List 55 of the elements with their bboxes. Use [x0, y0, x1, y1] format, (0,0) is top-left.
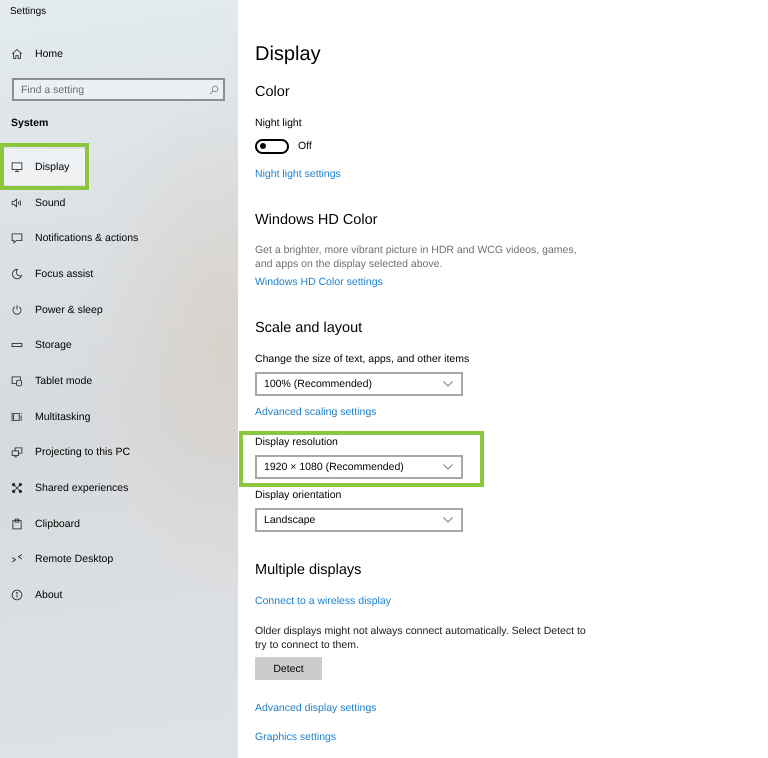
sidebar-item[interactable]: Multitasking	[0, 398, 106, 434]
field-label: Display resolution	[255, 435, 338, 450]
chevron-down-icon	[443, 464, 453, 470]
description-text: Get a brighter, more vibrant picture in HDR and WCG videos, games, and apps on the display selected above.	[255, 243, 578, 271]
moon-icon	[11, 268, 23, 280]
sidebar-item[interactable]: Clipboard	[0, 506, 96, 542]
two-screens-icon	[11, 446, 23, 458]
home-icon	[11, 48, 23, 60]
search-field[interactable]: Find a setting	[12, 78, 225, 101]
section-heading: Multiple displays	[255, 561, 362, 580]
section-heading: Color	[255, 83, 290, 102]
power-icon	[11, 304, 23, 316]
window-columns-icon	[11, 410, 23, 423]
search-icon[interactable]	[209, 84, 219, 94]
text-link[interactable]: Connect to a wireless display	[255, 593, 391, 609]
section-heading: Windows HD Color	[255, 211, 378, 230]
cross-nodes-icon	[11, 482, 23, 494]
speaker-icon	[11, 196, 23, 209]
chevron-down-icon	[443, 517, 453, 523]
tablet-icon	[11, 374, 23, 387]
description-text: Older displays might not always connect automatically. Select Detect to try to connect to them.	[255, 624, 587, 652]
home-nav-item[interactable]: Home	[0, 36, 78, 72]
info-icon	[11, 589, 23, 602]
window-title: Settings	[10, 5, 46, 19]
section-heading: Scale and layout	[255, 319, 362, 338]
dropdown[interactable]: 100% (Recommended)	[255, 372, 463, 396]
text-link[interactable]: Windows HD Color settings	[255, 274, 383, 290]
dropdown[interactable]: Landscape	[255, 508, 463, 532]
sidebar-item[interactable]: Remote Desktop	[0, 542, 130, 578]
sidebar-item[interactable]: Storage	[0, 327, 88, 364]
dropdown[interactable]: 1920 × 1080 (Recommended)	[255, 455, 463, 479]
chevron-down-icon	[443, 381, 453, 387]
sidebar-item[interactable]: Notifications & actions	[0, 220, 154, 256]
clipboard-icon	[11, 518, 23, 530]
sidebar-item[interactable]: Power & sleep	[0, 292, 119, 328]
text-link[interactable]: Night light settings	[255, 166, 341, 182]
toggle-state-text: Off	[298, 139, 312, 154]
sidebar-item[interactable]: About	[0, 577, 78, 613]
monitor-icon	[11, 160, 23, 173]
text-link[interactable]: Graphics settings	[255, 729, 336, 745]
sidebar-item[interactable]: Focus assist	[0, 256, 110, 292]
sidebar-item[interactable]: Projecting to this PC	[0, 434, 146, 470]
text-link[interactable]: Advanced display settings	[255, 700, 376, 716]
text-link[interactable]: Advanced scaling settings	[255, 404, 376, 420]
field-label: Display orientation	[255, 488, 342, 503]
sidebar-item[interactable]: Sound	[0, 184, 82, 220]
toggle-switch[interactable]	[255, 138, 289, 154]
speech-bubble-icon	[11, 232, 23, 244]
sidebar-item[interactable]: Shared experiences	[0, 470, 144, 506]
setting-label: Night light	[255, 116, 302, 131]
sidebar-item[interactable]: Tablet mode	[0, 363, 108, 399]
section-label: System	[11, 116, 48, 131]
page-title: Display	[255, 42, 321, 66]
field-label: Change the size of text, apps, and other items	[255, 352, 470, 367]
detect-button[interactable]: Detect	[255, 657, 322, 680]
